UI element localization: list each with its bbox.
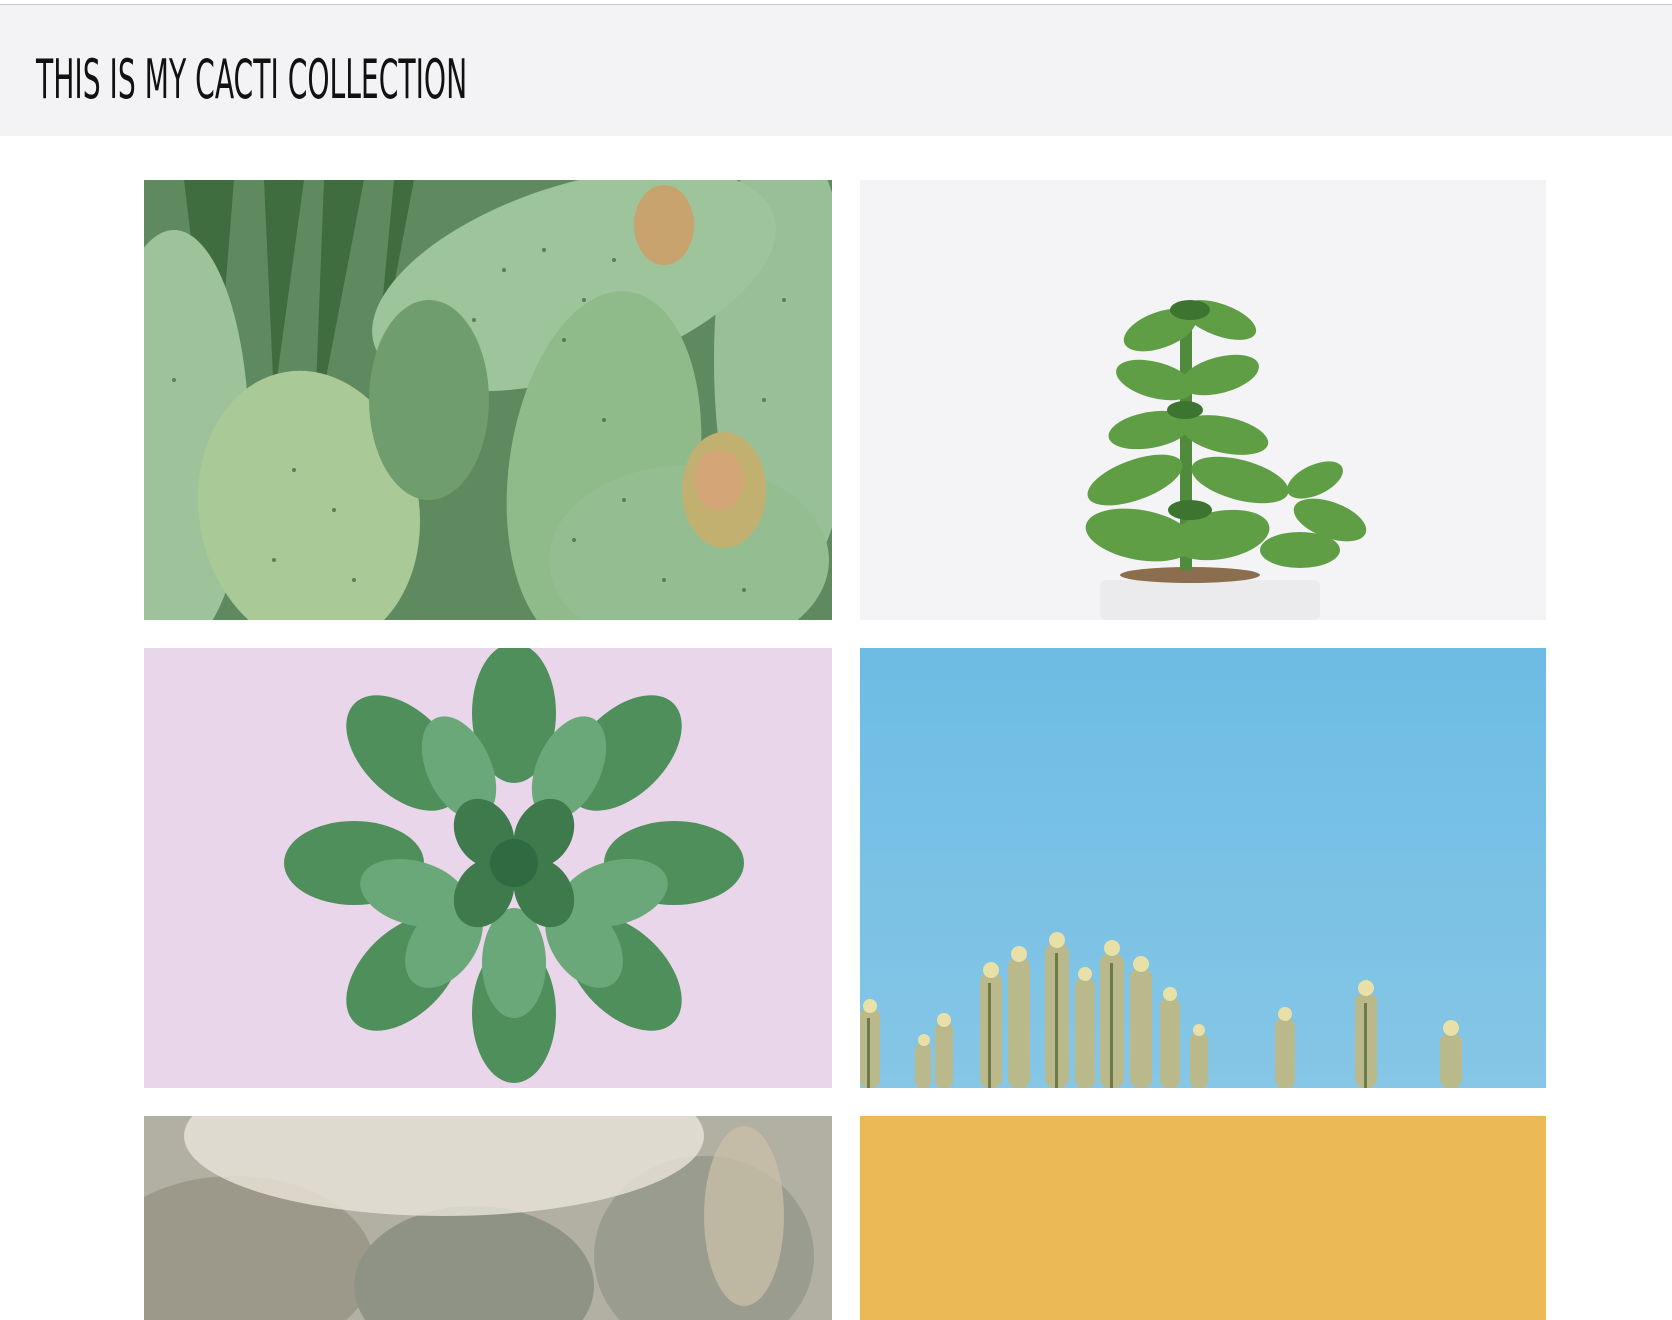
gallery-photo-yellow[interactable] — [860, 1116, 1546, 1320]
gallery-photo-sky-cacti[interactable] — [860, 648, 1546, 1088]
photo-gallery — [0, 0, 1672, 1320]
yellow-image — [860, 1116, 1546, 1320]
gallery-photo-echeveria[interactable] — [144, 648, 832, 1088]
hazy-garden-image — [144, 1116, 832, 1320]
echeveria-image — [144, 648, 832, 1088]
gallery-photo-prickly-pear[interactable] — [144, 180, 832, 620]
potted-succulent-image — [860, 180, 1546, 620]
prickly-pear-image — [144, 180, 832, 620]
sky-cacti-image — [860, 648, 1546, 1088]
gallery-photo-potted-succulent[interactable] — [860, 180, 1546, 620]
gallery-photo-hazy-garden[interactable] — [144, 1116, 832, 1320]
